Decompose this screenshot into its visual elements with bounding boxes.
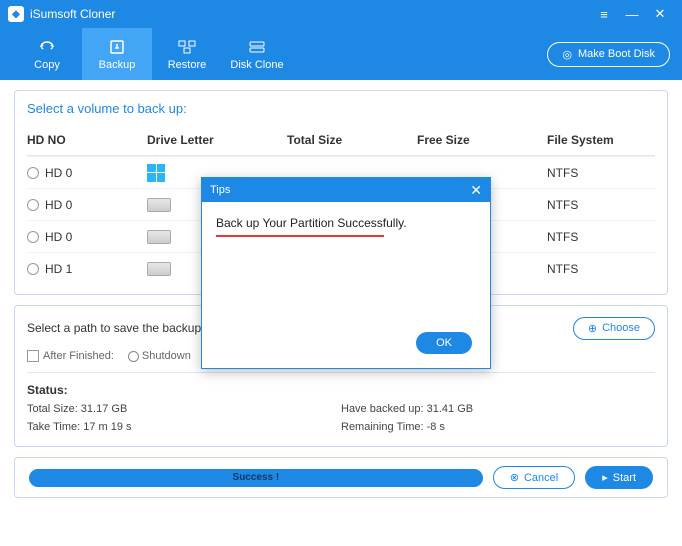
backup-tab[interactable]: Backup bbox=[82, 28, 152, 80]
choose-button[interactable]: ⊕ Choose bbox=[573, 317, 655, 340]
dialog-close-icon[interactable]: ✕ bbox=[470, 182, 482, 199]
hd-no: HD 0 bbox=[45, 198, 72, 212]
cancel-button[interactable]: ⊗Cancel bbox=[493, 466, 575, 489]
copy-label: Copy bbox=[34, 59, 60, 71]
bootdisk-label: Make Boot Disk bbox=[578, 48, 655, 60]
hd-no: HD 0 bbox=[45, 166, 72, 180]
after-finished-checkbox[interactable]: After Finished: bbox=[27, 350, 114, 362]
row-radio[interactable] bbox=[27, 167, 39, 179]
drive-icon bbox=[147, 262, 171, 276]
restore-icon bbox=[177, 38, 197, 56]
disc-icon: ◎ bbox=[562, 48, 572, 61]
underline-highlight bbox=[216, 235, 384, 237]
play-icon: ▸ bbox=[602, 471, 608, 484]
fs: NTFS bbox=[547, 166, 655, 180]
dialog-message: Back up Your Partition Successfully. bbox=[216, 216, 476, 230]
progress-bar: Success ! bbox=[29, 469, 483, 487]
dialog-header: Tips ✕ bbox=[202, 178, 490, 202]
menu-icon[interactable]: ≡ bbox=[590, 0, 618, 28]
titlebar: ◆ iSumsoft Cloner ≡ — ✕ bbox=[0, 0, 682, 28]
hd-no: HD 0 bbox=[45, 230, 72, 244]
row-radio[interactable] bbox=[27, 263, 39, 275]
backup-icon bbox=[107, 38, 127, 56]
minimize-button[interactable]: — bbox=[618, 0, 646, 28]
hd-no: HD 1 bbox=[45, 262, 72, 276]
row-radio[interactable] bbox=[27, 231, 39, 243]
app-logo-icon: ◆ bbox=[8, 6, 24, 22]
tips-dialog: Tips ✕ Back up Your Partition Successful… bbox=[201, 177, 491, 369]
copy-icon bbox=[37, 38, 57, 56]
status-total: Total Size: 31.17 GB bbox=[27, 401, 341, 419]
fs: NTFS bbox=[547, 198, 655, 212]
status-backed: Have backed up: 31.41 GB bbox=[341, 401, 655, 419]
close-button[interactable]: ✕ bbox=[646, 0, 674, 28]
cancel-icon: ⊗ bbox=[510, 471, 519, 484]
ok-button[interactable]: OK bbox=[416, 332, 472, 354]
fs: NTFS bbox=[547, 262, 655, 276]
app-title: iSumsoft Cloner bbox=[30, 7, 590, 21]
copy-tab[interactable]: Copy bbox=[12, 28, 82, 80]
drive-icon bbox=[147, 230, 171, 244]
volume-title: Select a volume to back up: bbox=[27, 101, 655, 116]
drive-icon bbox=[147, 198, 171, 212]
restore-label: Restore bbox=[168, 59, 207, 71]
make-boot-disk-button[interactable]: ◎ Make Boot Disk bbox=[547, 42, 670, 67]
status-block: Status: Total Size: 31.17 GB Take Time: … bbox=[27, 383, 655, 436]
plus-icon: ⊕ bbox=[588, 322, 597, 335]
path-label: Select a path to save the backup f bbox=[27, 321, 208, 335]
bottom-bar: Success ! ⊗Cancel ▸Start bbox=[14, 457, 668, 498]
backup-label: Backup bbox=[99, 59, 136, 71]
shutdown-radio[interactable]: Shutdown bbox=[128, 350, 191, 362]
status-remain: Remaining Time: -8 s bbox=[341, 419, 655, 437]
dialog-title: Tips bbox=[210, 184, 230, 196]
toolbar: Copy Backup Restore Disk Clone ◎ Make Bo… bbox=[0, 28, 682, 80]
row-radio[interactable] bbox=[27, 199, 39, 211]
start-button[interactable]: ▸Start bbox=[585, 466, 653, 489]
restore-tab[interactable]: Restore bbox=[152, 28, 222, 80]
table-header: HD NO Drive Letter Total Size Free Size … bbox=[27, 124, 655, 156]
windows-icon bbox=[147, 164, 165, 182]
diskclone-icon bbox=[247, 38, 267, 56]
status-take: Take Time: 17 m 19 s bbox=[27, 419, 341, 437]
diskclone-tab[interactable]: Disk Clone bbox=[222, 28, 292, 80]
diskclone-label: Disk Clone bbox=[230, 59, 283, 71]
fs: NTFS bbox=[547, 230, 655, 244]
status-heading: Status: bbox=[27, 383, 655, 397]
